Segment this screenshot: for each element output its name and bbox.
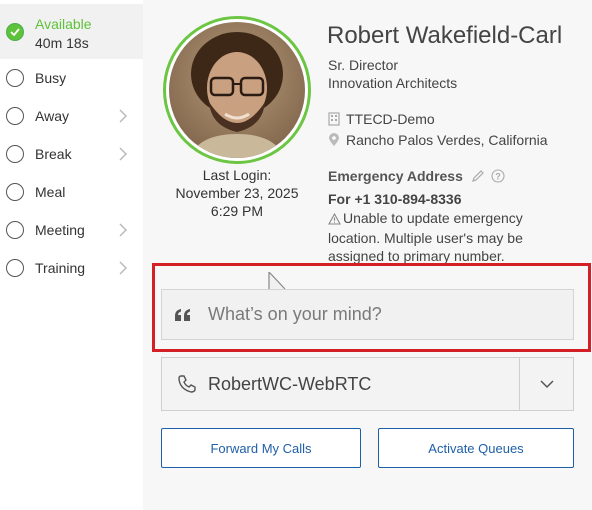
post-pointer xyxy=(268,272,286,290)
status-item-break[interactable]: Break xyxy=(0,135,143,173)
radio-icon[interactable] xyxy=(6,221,24,239)
status-item-training[interactable]: Training xyxy=(0,249,143,287)
status-item-available[interactable]: Available 40m 18s xyxy=(0,4,143,59)
chevron-right-icon[interactable] xyxy=(118,223,128,237)
status-label-meeting: Meeting xyxy=(35,222,85,238)
status-label-break: Break xyxy=(35,146,72,162)
last-login-label: Last Login: xyxy=(202,167,272,183)
profile-title: Sr. Director xyxy=(328,57,399,73)
location-row: Rancho Palos Verdes, California xyxy=(328,132,548,148)
forward-my-calls-button[interactable]: Forward My Calls xyxy=(161,428,361,468)
status-label-available: Available xyxy=(35,16,92,32)
last-login: Last Login: November 23, 2025 6:29 PM xyxy=(163,166,311,220)
chevron-right-icon[interactable] xyxy=(118,109,128,123)
status-label-busy: Busy xyxy=(35,70,67,86)
last-login-date: November 23, 2025 xyxy=(175,185,299,201)
org-row: TTECD-Demo xyxy=(328,111,435,127)
status-label-training: Training xyxy=(35,260,86,276)
radio-icon[interactable] xyxy=(6,107,24,125)
post-input[interactable] xyxy=(206,303,550,326)
avatar[interactable] xyxy=(163,16,311,164)
status-timer: 40m 18s xyxy=(35,35,89,51)
building-icon xyxy=(328,112,340,126)
status-item-meal[interactable]: Meal xyxy=(0,173,143,211)
device-label: RobertWC-WebRTC xyxy=(208,373,372,394)
radio-icon[interactable] xyxy=(6,183,24,201)
emergency-phone: For +1 310-894-8336 xyxy=(328,191,462,207)
status-item-away[interactable]: Away xyxy=(0,97,143,135)
emergency-heading: Emergency Address ? xyxy=(328,168,505,184)
emergency-warning: Unable to update emergency location. Mul… xyxy=(328,209,548,265)
quote-icon xyxy=(174,307,192,323)
chevron-right-icon[interactable] xyxy=(118,261,128,275)
chevron-right-icon[interactable] xyxy=(118,147,128,161)
map-pin-icon xyxy=(328,133,340,147)
warning-triangle-icon xyxy=(328,211,341,229)
radio-icon[interactable] xyxy=(6,69,24,87)
profile-name: Robert Wakefield-Carl xyxy=(327,22,563,49)
emergency-heading-label: Emergency Address xyxy=(328,168,463,184)
status-sidebar: Available 40m 18s Busy Away Break Meal M… xyxy=(0,0,143,510)
activate-queues-button[interactable]: Activate Queues xyxy=(378,428,574,468)
emergency-warning-text: Unable to update emergency location. Mul… xyxy=(328,210,523,264)
location-name: Rancho Palos Verdes, California xyxy=(346,132,548,148)
chevron-down-icon[interactable] xyxy=(519,358,573,410)
device-select[interactable]: RobertWC-WebRTC xyxy=(161,357,574,411)
radio-icon[interactable] xyxy=(6,145,24,163)
profile-company: Innovation Architects xyxy=(328,75,458,91)
avatar-photo xyxy=(169,22,305,158)
check-icon xyxy=(6,23,24,41)
radio-icon[interactable] xyxy=(6,259,24,277)
svg-text:?: ? xyxy=(495,172,501,182)
post-box[interactable] xyxy=(161,289,574,340)
last-login-time: 6:29 PM xyxy=(210,203,264,219)
status-item-meeting[interactable]: Meeting xyxy=(0,211,143,249)
phone-icon xyxy=(177,374,197,394)
status-label-meal: Meal xyxy=(35,184,66,200)
status-label-away: Away xyxy=(35,108,69,124)
org-name: TTECD-Demo xyxy=(346,111,435,127)
pencil-icon[interactable] xyxy=(471,169,485,183)
question-circle-icon[interactable]: ? xyxy=(491,169,505,183)
profile-panel: Last Login: November 23, 2025 6:29 PM Ro… xyxy=(143,0,592,510)
status-item-busy[interactable]: Busy xyxy=(0,59,143,97)
